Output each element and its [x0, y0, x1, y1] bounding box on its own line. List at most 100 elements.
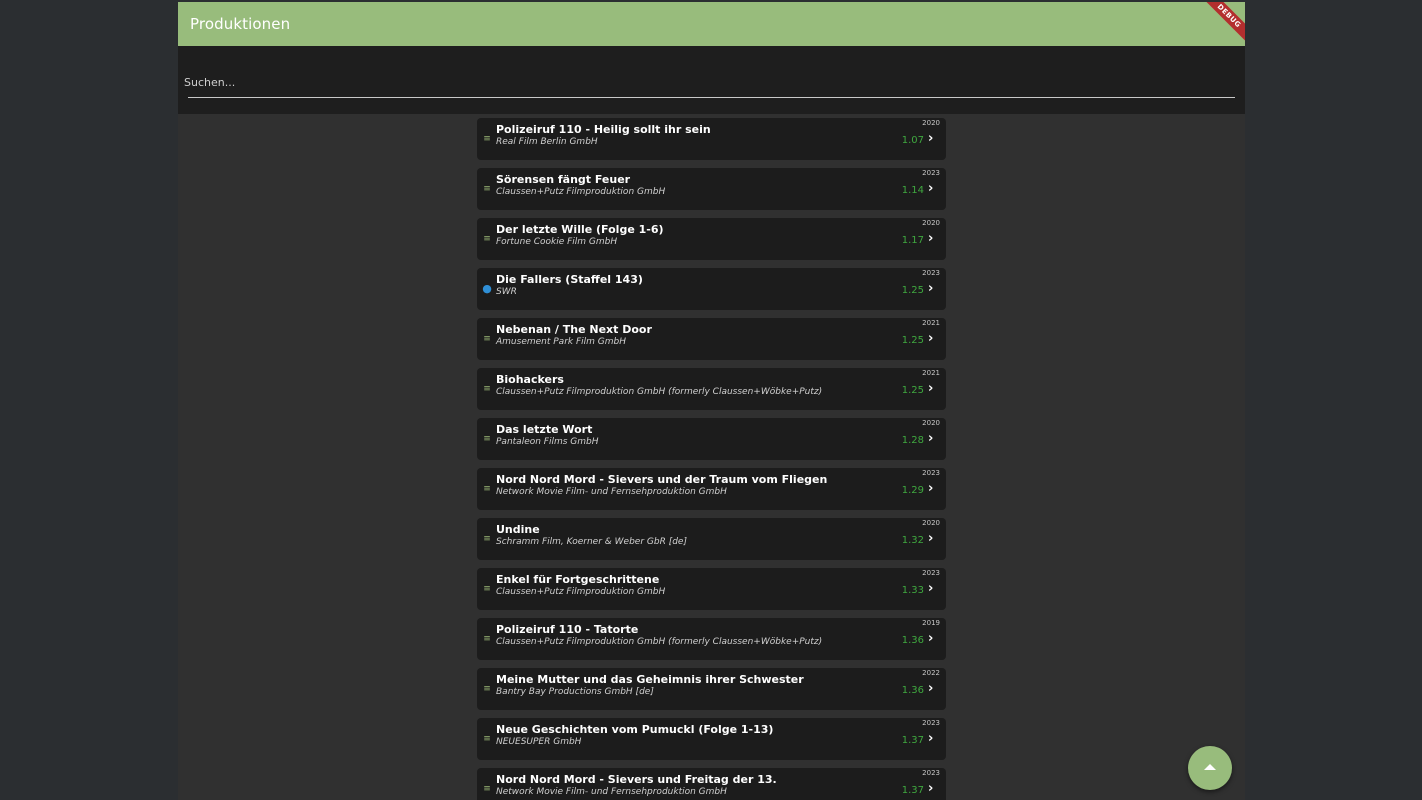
- production-title: Nebenan / The Next Door: [496, 323, 652, 336]
- production-title: Das letzte Wort: [496, 423, 593, 436]
- arrow-up-icon: [1204, 764, 1216, 770]
- playlist-check-icon: ≡: [483, 634, 491, 644]
- chevron-right-icon: ›: [928, 781, 934, 796]
- playlist-check-icon: ≡: [483, 184, 491, 194]
- chevron-right-icon: ›: [928, 331, 934, 346]
- production-title: Polizeiruf 110 - Tatorte: [496, 623, 639, 636]
- production-score: 1.32: [901, 535, 924, 546]
- production-card[interactable]: ≡ Undine Schramm Film, Koerner & Weber GbR…: [477, 518, 946, 560]
- production-title: Sörensen fängt Feuer: [496, 173, 631, 186]
- chevron-right-icon: ›: [928, 431, 934, 446]
- production-score: 1.25: [901, 335, 924, 346]
- production-year: 2021: [922, 319, 940, 327]
- production-company: Real Film Berlin GmbH: [496, 137, 598, 147]
- production-year: 2022: [922, 669, 940, 677]
- chat-bubble-icon: ●: [482, 282, 492, 295]
- playlist-check-icon: ≡: [483, 384, 491, 394]
- production-year: 2020: [922, 519, 940, 527]
- production-company: Claussen+Putz Filmproduktion GmbH: [496, 587, 666, 597]
- production-score: 1.28: [901, 435, 924, 446]
- production-score: 1.36: [901, 685, 924, 696]
- production-card[interactable]: ≡ Nord Nord Mord - Sievers und Freitag de…: [477, 768, 946, 800]
- production-year: 2023: [922, 569, 940, 577]
- production-title: Der letzte Wille (Folge 1-6): [496, 223, 664, 236]
- production-score: 1.36: [901, 635, 924, 646]
- playlist-check-icon: ≡: [483, 134, 491, 144]
- production-company: SWR: [496, 287, 517, 297]
- production-company: Schramm Film, Koerner & Weber GbR [de]: [496, 537, 687, 547]
- search-bar: [178, 46, 1245, 114]
- production-company: Network Movie Film- und Fernsehproduktio…: [496, 487, 727, 497]
- chevron-right-icon: ›: [928, 531, 934, 546]
- production-card[interactable]: ≡ Meine Mutter und das Geheimnis ihrer Sc…: [477, 668, 946, 710]
- production-year: 2020: [922, 119, 940, 127]
- app-bar: Produktionen DEBUG: [178, 2, 1245, 46]
- search-underline: [188, 97, 1235, 98]
- chevron-right-icon: ›: [928, 231, 934, 246]
- production-title: Nord Nord Mord - Sievers und Freitag der…: [496, 773, 777, 786]
- chevron-right-icon: ›: [928, 731, 934, 746]
- production-card[interactable]: ≡ Polizeiruf 110 - Heilig sollt ihr sein R…: [477, 118, 946, 160]
- production-score: 1.25: [901, 285, 924, 296]
- production-card[interactable]: ≡ Der letzte Wille (Folge 1-6) Fortune Coo…: [477, 218, 946, 260]
- search-input[interactable]: [184, 71, 1234, 93]
- production-title: Enkel für Fortgeschrittene: [496, 573, 660, 586]
- production-title: Polizeiruf 110 - Heilig sollt ihr sein: [496, 123, 711, 136]
- production-company: NEUESUPER GmbH: [496, 737, 582, 747]
- production-card[interactable]: ≡ Nebenan / The Next Door Amusement Park F…: [477, 318, 946, 360]
- production-score: 1.37: [901, 785, 924, 796]
- playlist-check-icon: ≡: [483, 584, 491, 594]
- production-title: Nord Nord Mord - Sievers und der Traum v…: [496, 473, 828, 486]
- production-year: 2019: [922, 619, 940, 627]
- production-title: Neue Geschichten vom Pumuckl (Folge 1-13…: [496, 723, 774, 736]
- production-title: Biohackers: [496, 373, 564, 386]
- production-card[interactable]: ≡ Neue Geschichten vom Pumuckl (Folge 1-1…: [477, 718, 946, 760]
- production-year: 2023: [922, 169, 940, 177]
- production-score: 1.25: [901, 385, 924, 396]
- production-score: 1.37: [901, 735, 924, 746]
- playlist-check-icon: ≡: [483, 784, 491, 794]
- production-card[interactable]: ≡ Nord Nord Mord - Sievers und der Traum …: [477, 468, 946, 510]
- production-year: 2023: [922, 269, 940, 277]
- production-card[interactable]: ● Die Fallers (Staffel 143) SWR 2023 1.25 ›: [477, 268, 946, 310]
- playlist-check-icon: ≡: [483, 334, 491, 344]
- production-company: Bantry Bay Productions GmbH [de]: [496, 687, 654, 697]
- production-year: 2023: [922, 469, 940, 477]
- production-card[interactable]: ≡ Sörensen fängt Feuer Claussen+Putz Filmp…: [477, 168, 946, 210]
- production-title: Die Fallers (Staffel 143): [496, 273, 643, 286]
- chevron-right-icon: ›: [928, 481, 934, 496]
- production-year: 2020: [922, 219, 940, 227]
- production-score: 1.29: [901, 485, 924, 496]
- production-card[interactable]: ≡ Biohackers Claussen+Putz Filmproduktion …: [477, 368, 946, 410]
- playlist-check-icon: ≡: [483, 434, 491, 444]
- production-company: Claussen+Putz Filmproduktion GmbH: [496, 187, 666, 197]
- chevron-right-icon: ›: [928, 631, 934, 646]
- debug-banner: DEBUG: [1196, 2, 1245, 46]
- production-card[interactable]: ≡ Polizeiruf 110 - Tatorte Claussen+Putz F…: [477, 618, 946, 660]
- production-score: 1.07: [901, 135, 924, 146]
- production-title: Meine Mutter und das Geheimnis ihrer Sch…: [496, 673, 804, 686]
- production-title: Undine: [496, 523, 540, 536]
- chevron-right-icon: ›: [928, 181, 934, 196]
- production-company: Pantaleon Films GmbH: [496, 437, 599, 447]
- production-year: 2020: [922, 419, 940, 427]
- playlist-check-icon: ≡: [483, 684, 491, 694]
- chevron-right-icon: ›: [928, 281, 934, 296]
- playlist-check-icon: ≡: [483, 534, 491, 544]
- production-card[interactable]: ≡ Enkel für Fortgeschrittene Claussen+Putz…: [477, 568, 946, 610]
- production-year: 2023: [922, 719, 940, 727]
- production-company: Amusement Park Film GmbH: [496, 337, 626, 347]
- chevron-right-icon: ›: [928, 131, 934, 146]
- app-window: Produktionen DEBUG ≡ Polizeiruf 110 - Hei…: [178, 2, 1245, 800]
- production-score: 1.17: [901, 235, 924, 246]
- production-company: Claussen+Putz Filmproduktion GmbH (forme…: [496, 387, 823, 397]
- production-year: 2021: [922, 369, 940, 377]
- production-company: Network Movie Film- und Fernsehproduktio…: [496, 787, 727, 797]
- production-card[interactable]: ≡ Das letzte Wort Pantaleon Films GmbH 2020…: [477, 418, 946, 460]
- chevron-right-icon: ›: [928, 681, 934, 696]
- playlist-check-icon: ≡: [483, 734, 491, 744]
- production-list: ≡ Polizeiruf 110 - Heilig sollt ihr sein R…: [477, 118, 946, 800]
- chevron-right-icon: ›: [928, 581, 934, 596]
- scroll-to-top-button[interactable]: [1188, 746, 1232, 790]
- production-year: 2023: [922, 769, 940, 777]
